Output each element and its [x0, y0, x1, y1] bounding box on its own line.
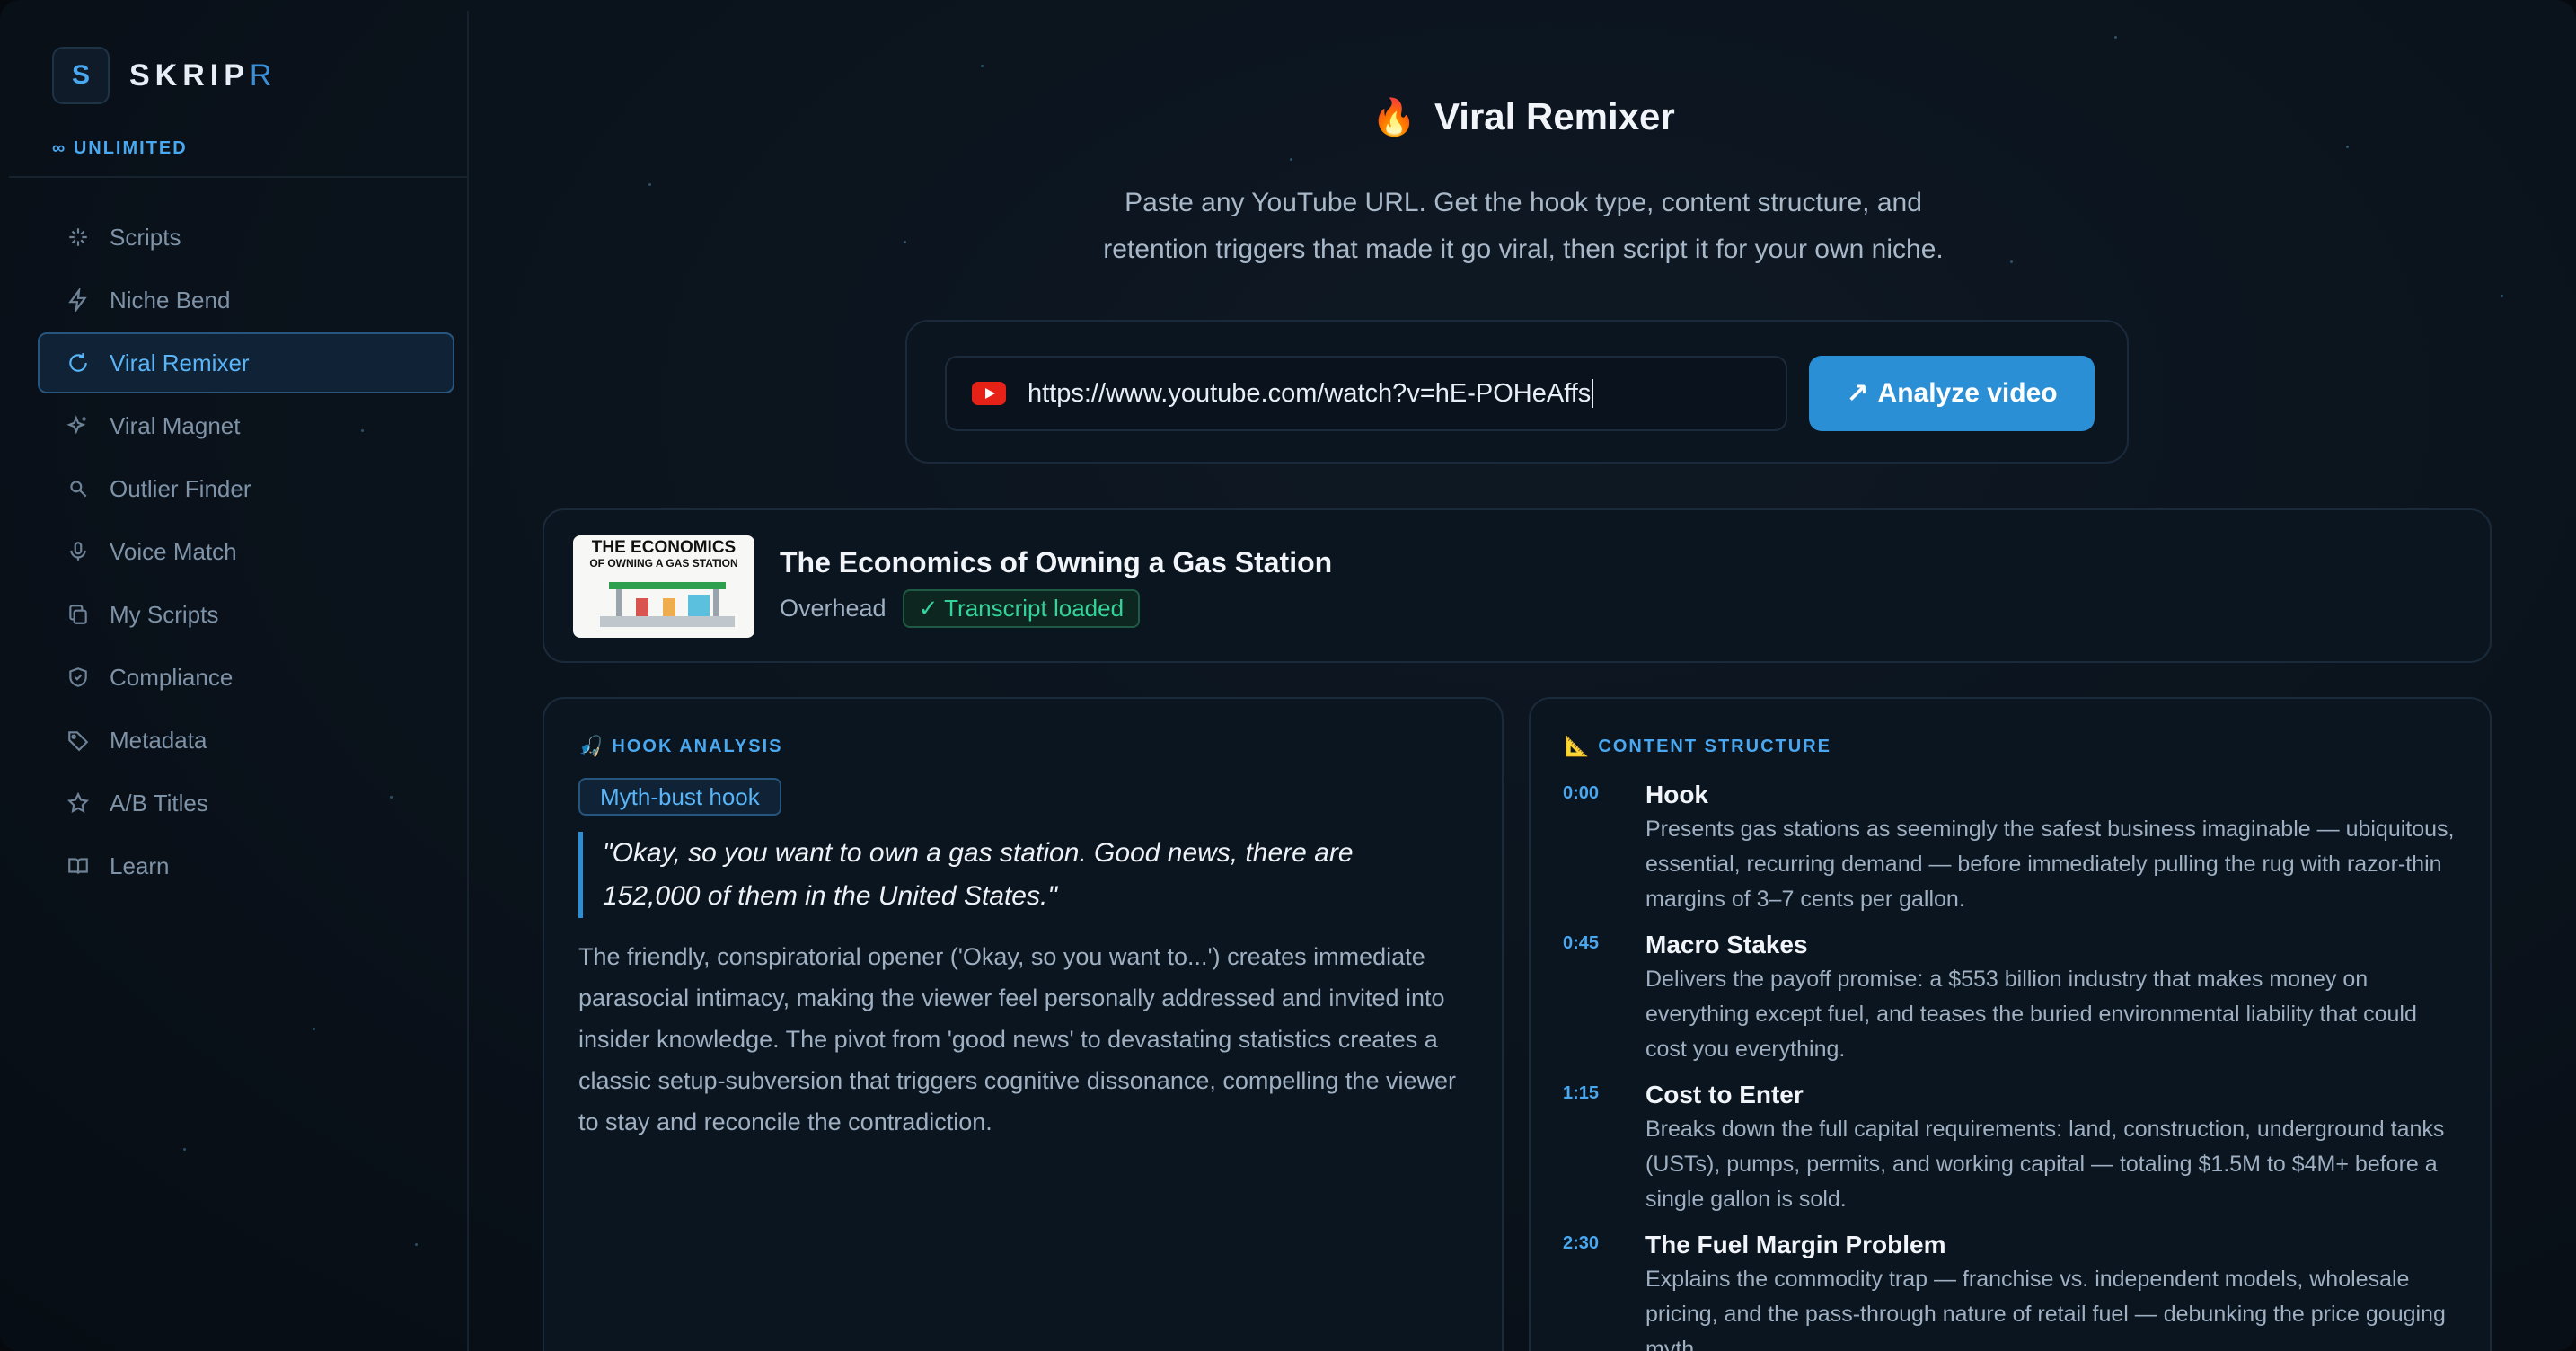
page-subtitle: Paste any YouTube URL. Get the hook type… [471, 180, 2576, 273]
hook-analysis-heading: 🎣 HOOK ANALYSIS [578, 735, 783, 758]
arrow-up-right-icon: ↗ [1846, 378, 1869, 409]
brand-name-accent: R [249, 57, 278, 93]
sidebar-item-compliance[interactable]: Compliance [38, 647, 454, 708]
hook-heading-label: HOOK ANALYSIS [612, 736, 783, 756]
fire-icon: 🔥 [1372, 97, 1417, 137]
sidebar-item-label: Outlier Finder [110, 474, 251, 502]
thumbnail-title: THE ECONOMICS [591, 538, 737, 557]
sidebar-item-viral-magnet[interactable]: Viral Magnet [38, 395, 454, 456]
sidebar-item-outlier-finder[interactable]: Outlier Finder [38, 458, 454, 519]
copy-icon [65, 601, 92, 628]
segment-body: Cost to Enter Breaks down the full capit… [1645, 1078, 2461, 1217]
youtube-url-input[interactable]: https://www.youtube.com/watch?v=hE-POHeA… [945, 356, 1787, 431]
fishing-hook-icon: 🎣 [578, 735, 605, 757]
timeline-segment[interactable]: 2:30 The Fuel Margin Problem Explains th… [1563, 1228, 2461, 1351]
segment-description: Presents gas stations as seemingly the s… [1645, 817, 2455, 912]
text-caret [1592, 379, 1594, 408]
segment-description: Explains the commodity trap — franchise … [1645, 1267, 2446, 1351]
video-info-card: THE ECONOMICS OF OWNING A GAS STATION Th… [543, 508, 2492, 663]
sidebar-item-learn[interactable]: Learn [38, 835, 454, 896]
analyze-video-button[interactable]: ↗ Analyze video [1809, 356, 2095, 431]
hook-quote: "Okay, so you want to own a gas station.… [578, 832, 1405, 918]
sidebar-item-label: Metadata [110, 726, 207, 754]
magic-icon [65, 412, 92, 439]
url-value: https://www.youtube.com/watch?v=hE-POHeA… [1028, 378, 1592, 408]
sidebar-item-label: Scripts [110, 223, 181, 251]
refresh-icon [65, 349, 92, 376]
channel-name: Overhead [780, 595, 887, 622]
subtitle-line-1: Paste any YouTube URL. Get the hook type… [1125, 188, 1922, 217]
analyze-button-label: Analyze video [1877, 378, 2058, 408]
video-thumbnail[interactable]: THE ECONOMICS OF OWNING A GAS STATION [573, 535, 754, 638]
structure-heading-label: CONTENT STRUCTURE [1598, 736, 1831, 756]
segment-timestamp: 0:45 [1563, 933, 1600, 953]
sidebar-item-label: Viral Magnet [110, 411, 241, 439]
segment-timestamp: 2:30 [1563, 1233, 1600, 1253]
segment-body: The Fuel Margin Problem Explains the com… [1645, 1228, 2461, 1351]
video-meta: Overhead ✓ Transcript loaded [780, 589, 1141, 628]
brand-name: SKRIPR [129, 58, 277, 93]
sidebar-item-label: Voice Match [110, 537, 237, 565]
ruler-icon: 📐 [1565, 735, 1592, 757]
sidebar-item-voice-match[interactable]: Voice Match [38, 521, 454, 582]
plan-badge: ∞ UNLIMITED [52, 138, 188, 158]
segment-title: The Fuel Margin Problem [1645, 1231, 1946, 1258]
sidebar-item-label: Niche Bend [110, 286, 231, 313]
segment-title: Macro Stakes [1645, 931, 1808, 958]
sidebar-item-label: My Scripts [110, 600, 219, 628]
segment-description: Delivers the payoff promise: a $553 bill… [1645, 967, 2417, 1062]
content-structure-heading: 📐 CONTENT STRUCTURE [1565, 735, 1831, 758]
segment-description: Breaks down the full capital requirement… [1645, 1117, 2445, 1212]
sidebar-item-label: Viral Remixer [110, 349, 250, 376]
sidebar-item-my-scripts[interactable]: My Scripts [38, 584, 454, 645]
sidebar-item-label: Learn [110, 852, 170, 879]
segment-title: Hook [1645, 781, 1708, 808]
sidebar-nav: Scripts Niche Bend Viral Remixer Viral M… [38, 207, 454, 898]
sidebar-item-label: Compliance [110, 663, 234, 691]
main-content: 🔥 Viral Remixer Paste any YouTube URL. G… [471, 0, 2576, 1351]
microphone-icon [65, 538, 92, 565]
search-icon [65, 475, 92, 502]
segment-body: Hook Presents gas stations as seemingly … [1645, 778, 2461, 917]
segment-timestamp: 1:15 [1563, 1083, 1600, 1103]
timeline-segment[interactable]: 0:00 Hook Presents gas stations as seemi… [1563, 778, 2461, 917]
brand-name-main: SKRIP [129, 57, 250, 93]
timeline-segment[interactable]: 1:15 Cost to Enter Breaks down the full … [1563, 1078, 2461, 1217]
sidebar-divider [9, 176, 469, 178]
book-icon [65, 852, 92, 879]
sidebar-item-ab-titles[interactable]: A/B Titles [38, 773, 454, 834]
shield-icon [65, 664, 92, 691]
sidebar-item-scripts[interactable]: Scripts [38, 207, 454, 268]
sidebar-item-metadata[interactable]: Metadata [38, 710, 454, 771]
logo: S [52, 47, 110, 104]
bolt-icon [65, 287, 92, 313]
content-structure-panel: 📐 CONTENT STRUCTURE 0:00 Hook Presents g… [1529, 697, 2492, 1351]
tag-icon [65, 727, 92, 754]
subtitle-line-2: retention triggers that made it go viral… [1103, 234, 1944, 264]
sidebar-item-viral-remixer[interactable]: Viral Remixer [38, 332, 454, 393]
page-header: 🔥 Viral Remixer [471, 95, 2576, 138]
thumbnail-subtitle: OF OWNING A GAS STATION [589, 557, 738, 570]
gas-station-illustration [600, 582, 735, 627]
transcript-status-badge: ✓ Transcript loaded [902, 589, 1141, 628]
sidebar-item-label: A/B Titles [110, 789, 208, 817]
sparkle-icon [65, 224, 92, 251]
hook-type-badge: Myth-bust hook [578, 778, 781, 816]
segment-title: Cost to Enter [1645, 1081, 1804, 1108]
hook-explanation: The friendly, conspiratorial opener ('Ok… [578, 943, 1456, 1135]
video-title: The Economics of Owning a Gas Station [780, 546, 1333, 578]
sidebar-item-niche-bend[interactable]: Niche Bend [38, 269, 454, 331]
segment-body: Macro Stakes Delivers the payoff promise… [1645, 928, 2461, 1067]
timeline-segment[interactable]: 0:45 Macro Stakes Delivers the payoff pr… [1563, 928, 2461, 1067]
hook-analysis-panel: 🎣 HOOK ANALYSIS Myth-bust hook "Okay, so… [543, 697, 1504, 1351]
app-window: S SKRIPR ∞ UNLIMITED Scripts Niche Bend … [0, 0, 2576, 1351]
sidebar: S SKRIPR ∞ UNLIMITED Scripts Niche Bend … [9, 11, 469, 1351]
page-title: Viral Remixer [1434, 95, 1675, 137]
url-form: https://www.youtube.com/watch?v=hE-POHeA… [905, 320, 2129, 464]
youtube-icon [972, 382, 1006, 405]
brand[interactable]: S SKRIPR [52, 47, 277, 104]
structure-timeline: 0:00 Hook Presents gas stations as seemi… [1563, 778, 2461, 1351]
segment-timestamp: 0:00 [1563, 783, 1600, 803]
star-icon [65, 790, 92, 817]
